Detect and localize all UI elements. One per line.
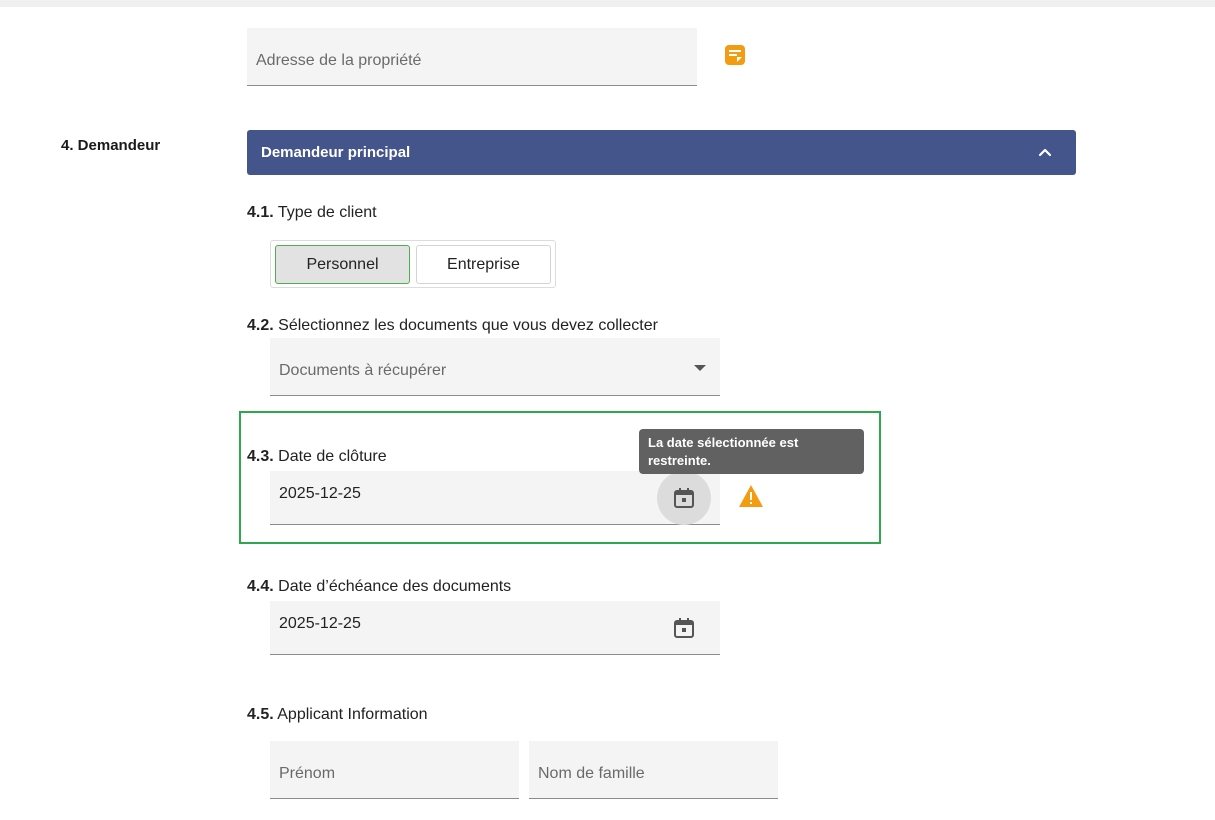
last-name-field[interactable]: Nom de famille	[529, 741, 778, 799]
chevron-up-icon[interactable]	[1036, 143, 1054, 161]
panel-title: Demandeur principal	[261, 144, 411, 161]
applicant-info-label: 4.5. Applicant Information	[247, 706, 428, 723]
calendar-icon[interactable]	[672, 616, 696, 640]
client-type-label: 4.1. Type de client	[247, 204, 377, 221]
last-name-placeholder: Nom de famille	[538, 765, 645, 782]
warning-icon	[739, 485, 763, 507]
due-date-label: 4.4. Date d’échéance des documents	[247, 578, 512, 595]
note-icon[interactable]	[724, 44, 746, 66]
top-bar	[0, 0, 1215, 7]
panel-header-demandeur-principal[interactable]: Demandeur principal	[247, 130, 1076, 175]
closing-date-field[interactable]: 2025-12-25	[270, 471, 720, 525]
first-name-field[interactable]: Prénom	[270, 741, 519, 799]
property-address-field[interactable]: Adresse de la propriété	[247, 28, 697, 86]
property-address-placeholder: Adresse de la propriété	[256, 52, 422, 69]
documents-label: 4.2. Sélectionnez les documents que vous…	[247, 317, 658, 334]
dropdown-arrow-icon[interactable]	[694, 365, 706, 371]
documents-select[interactable]: Documents à récupérer	[270, 338, 720, 396]
closing-date-value: 2025-12-25	[279, 485, 361, 502]
restricted-date-tooltip: La date sélectionnée est restreinte.	[639, 429, 864, 474]
toggle-entreprise-button[interactable]: Entreprise	[416, 245, 551, 284]
due-date-value: 2025-12-25	[279, 615, 361, 632]
calendar-icon[interactable]	[672, 486, 696, 510]
due-date-field[interactable]: 2025-12-25	[270, 601, 720, 655]
toggle-personnel-button[interactable]: Personnel	[275, 245, 410, 284]
first-name-placeholder: Prénom	[279, 765, 336, 782]
closing-date-label: 4.3. Date de clôture	[247, 448, 387, 465]
documents-placeholder: Documents à récupérer	[279, 362, 447, 379]
client-type-toggle: Personnel Entreprise	[270, 240, 556, 288]
section-label-demandeur: 4. Demandeur	[61, 137, 161, 154]
